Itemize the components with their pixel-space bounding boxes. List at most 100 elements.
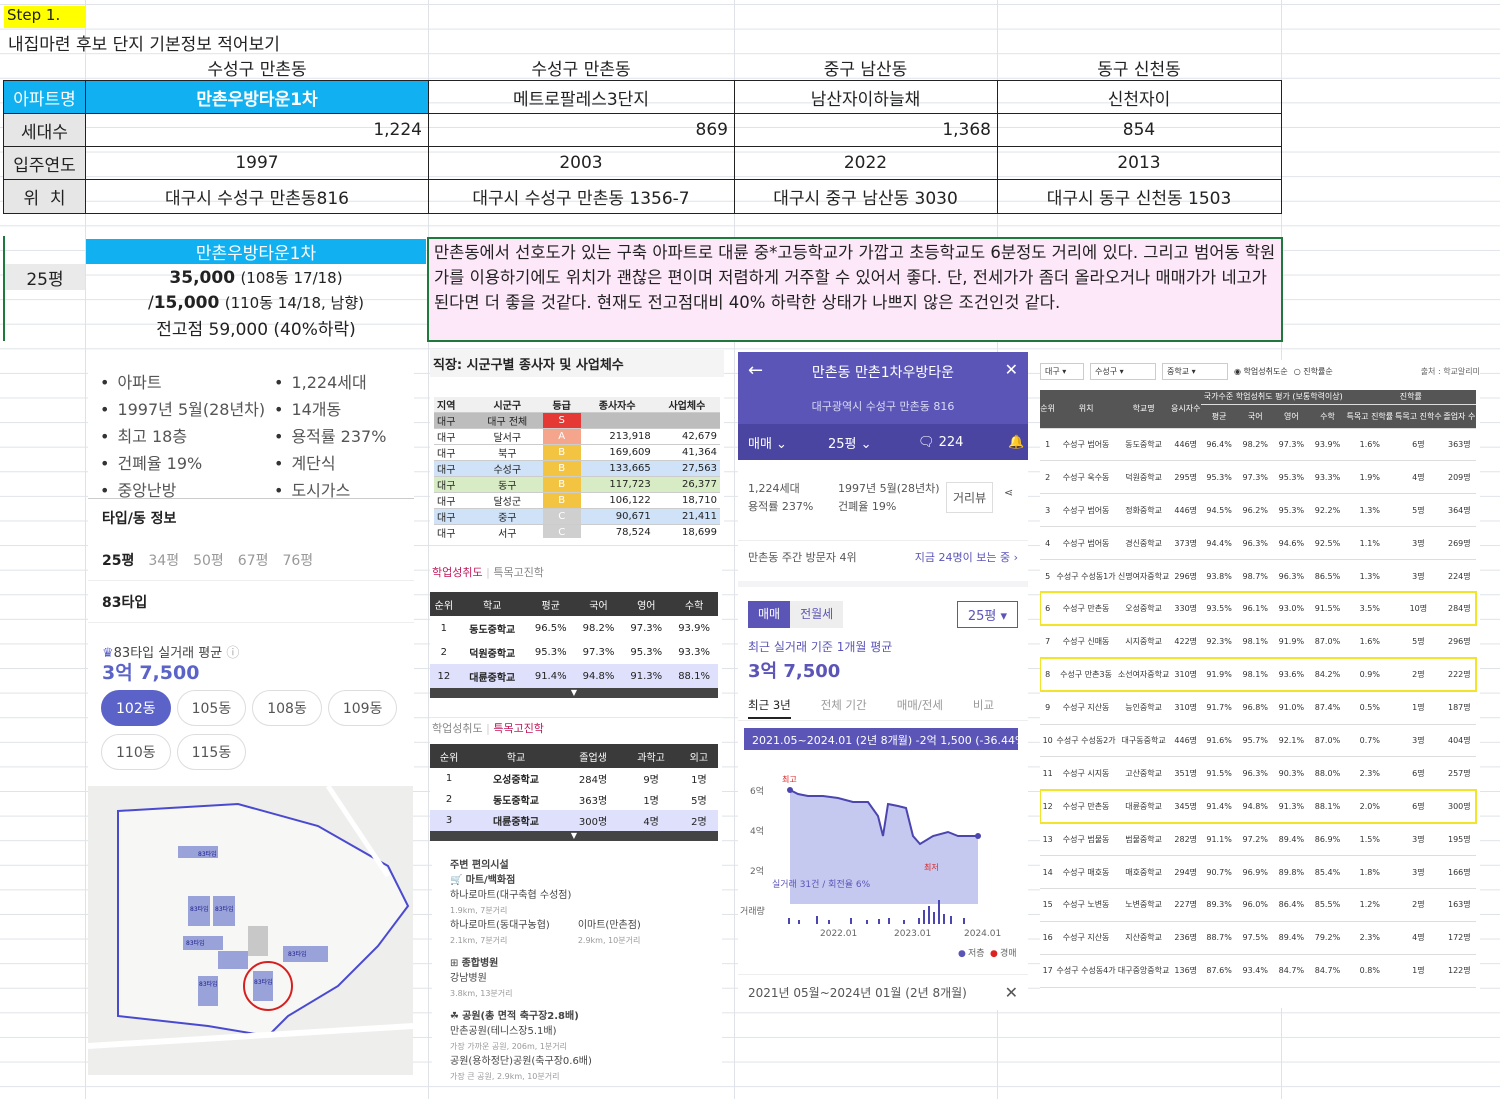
price-chart: 2021.05~2024.01 (2년 8개월) -2억 1,500 (-36.… — [740, 728, 1028, 959]
ranking-cell: 284명 — [1442, 592, 1476, 626]
ranking-cell: 166명 — [1442, 855, 1476, 889]
ranking-cell: 92.3% — [1201, 625, 1238, 659]
share-icon[interactable]: ⋖ — [1004, 486, 1013, 499]
ranking-cell: 236명 — [1170, 921, 1202, 955]
ranking-cell: 1.3% — [1345, 559, 1395, 593]
jobs-cell: 서구 — [471, 524, 543, 538]
ranking-cell: 96.3% — [1273, 559, 1310, 593]
ranking-cell: 91.6% — [1201, 724, 1238, 758]
tab-achievement-2[interactable]: 학업성취도 — [432, 722, 483, 735]
ranking-cell: 351명 — [1170, 756, 1202, 791]
ranking-row: 6 수성구 만촌동 오성중학교 330명 93.5% 96.1% 93.0% 91.5% 3.5… — [1040, 591, 1477, 627]
district-select[interactable]: 수성구 ▾ — [1090, 362, 1156, 380]
achievement-cell: 97.3% — [582, 646, 615, 658]
dong-105[interactable]: 105동 — [176, 690, 247, 726]
size-tab-76[interactable]: 76평 — [282, 553, 313, 569]
tab-special[interactable]: 특목고진학 — [493, 566, 544, 579]
period-3y[interactable]: 최근 3년 — [748, 697, 791, 719]
sort-achievement-radio[interactable]: ◉ 학업성취도순 — [1234, 366, 1288, 377]
ranking-cell: 93.8% — [1201, 559, 1238, 593]
summary-size: 25평 — [5, 264, 85, 290]
ranking-cell: 12 — [1040, 789, 1056, 824]
achievement-cell: 12 — [437, 670, 451, 682]
price-app-panel: ← 만촌동 만촌1차우방타운 ✕ 대구광역시 수성구 만촌동 816 매매 ⌄ … — [738, 352, 1028, 1010]
sort-admission-radio[interactable]: ○ 진학률순 — [1294, 366, 1333, 377]
jobs-cell: B — [542, 460, 581, 477]
ranking-cell: 363명 — [1442, 428, 1476, 462]
ranking-cell: 330명 — [1170, 592, 1202, 626]
jobs-cell: 117,723 — [580, 476, 654, 493]
school-type-select[interactable]: 중학교 ▾ — [1162, 362, 1228, 380]
ranking-row: 17 수성구 수성동4가 대구중앙중학교 136명 87.6% 93.4% 84.7% 84.… — [1040, 954, 1476, 988]
households-2: 869 — [695, 120, 728, 140]
dong-102[interactable]: 102동 — [101, 690, 171, 726]
svg-text:2024.01: 2024.01 — [964, 929, 1001, 939]
size-tab-34[interactable]: 34평 — [148, 553, 179, 569]
sheet-title: 내집마련 후보 단지 기본정보 적어보기 — [8, 35, 280, 55]
ranking-row: 15 수성구 노변동 노변중학교 227명 89.3% 96.0% 86.4% 85.5% 1.… — [1040, 888, 1476, 922]
ranking-cell: 88.0% — [1309, 756, 1346, 791]
close-period-icon[interactable]: ✕ — [1005, 983, 1018, 1002]
jobs-cell — [653, 412, 720, 429]
help-icon[interactable]: ⓘ — [226, 646, 239, 661]
summary-sale: 35,000 (108동 17/18) — [169, 267, 343, 288]
jobs-cell: 대구 — [434, 524, 472, 538]
dong-110[interactable]: 110동 — [101, 734, 171, 770]
dong-108[interactable]: 108동 — [252, 690, 322, 726]
ranking-cell: 1.1% — [1345, 526, 1395, 561]
ranking-cell: 93.5% — [1201, 592, 1238, 626]
jobs-panel: 직장: 시군구별 종사자 및 사업체수 지역 시군구 등급 종사자수 사업체수 대구 대구… — [430, 350, 724, 538]
ranking-cell: 동도중학교 — [1116, 428, 1171, 462]
ranking-cell: 224명 — [1442, 559, 1476, 593]
ranking-cell: 9 — [1040, 691, 1056, 725]
ranking-cell: 87.0% — [1309, 625, 1346, 659]
size-select[interactable]: 25평 ⌄ — [828, 433, 918, 452]
ranking-cell: 대륜중학교 — [1116, 789, 1171, 824]
ranking-row: 16 수성구 지산동 지산중학교 236명 88.7% 97.5% 89.4% 79.2% 2.… — [1040, 921, 1476, 955]
ranking-cell: 시지중학교 — [1116, 625, 1171, 659]
special-school-cell: 동도중학교 — [492, 796, 539, 807]
period-sale-rent[interactable]: 매매/전세 — [897, 697, 943, 720]
ranking-cell: 91.5% — [1309, 592, 1346, 626]
special-school-cell: 363명 — [578, 796, 608, 807]
trade-select[interactable]: 매매 ⌄ — [738, 433, 828, 452]
apt-name-4: 신천자이 — [1107, 89, 1171, 110]
size-dropdown[interactable]: 25평 ▾ — [956, 601, 1018, 628]
tab-rent[interactable]: 전월세 — [790, 601, 844, 628]
loc-3: 대구시 중구 남산동 3030 — [773, 189, 958, 209]
ranking-cell: 85.4% — [1309, 855, 1346, 889]
tab-achievement[interactable]: 학업성취도 — [432, 566, 483, 579]
size-tab-25[interactable]: 25평 — [102, 553, 134, 569]
ranking-cell: 1.6% — [1345, 428, 1395, 462]
ranking-cell: 94.4% — [1201, 526, 1238, 561]
viewers-link[interactable]: 지금 24명이 보는 중 › — [915, 549, 1018, 565]
ranking-cell: 수성구 범어동 — [1055, 526, 1117, 561]
ranking-cell: 97.3% — [1273, 428, 1310, 462]
jobs-cell: 대구 전체 — [471, 412, 543, 429]
ranking-cell: 1.3% — [1345, 493, 1395, 528]
ranking-cell: 96.1% — [1237, 592, 1274, 626]
ranking-cell: 98.2% — [1237, 428, 1274, 462]
comments-button[interactable]: 🗨 224 — [918, 435, 1008, 450]
jobs-row: 대구 대구 전체 S — [434, 412, 720, 429]
ranking-cell: 90.7% — [1201, 855, 1238, 889]
street-view-button[interactable]: 거리뷰 — [946, 482, 994, 513]
label-households: 세대수 — [4, 114, 85, 146]
ranking-cell: 13 — [1040, 822, 1056, 857]
bell-icon[interactable]: 🔔 — [1008, 435, 1024, 450]
region-select[interactable]: 대구 ▾ — [1040, 362, 1084, 380]
ranking-cell: 93.3% — [1309, 460, 1346, 495]
period-compare[interactable]: 비교 — [973, 697, 994, 720]
ranking-cell: 1명 — [1394, 691, 1443, 725]
tab-special-2[interactable]: 특목고진학 — [493, 722, 544, 735]
dong-109[interactable]: 109동 — [327, 690, 398, 726]
close-icon[interactable]: ✕ — [1005, 360, 1018, 379]
tab-sale[interactable]: 매매 — [748, 601, 791, 628]
size-tab-50[interactable]: 50평 — [193, 553, 224, 569]
achievement-cell: 덕원중학교 — [469, 648, 516, 660]
period-all[interactable]: 전체 기간 — [821, 697, 867, 720]
ranking-cell: 7 — [1040, 625, 1056, 659]
dong-115[interactable]: 115동 — [176, 734, 247, 770]
ranking-cell: 163명 — [1442, 888, 1476, 922]
size-tab-67[interactable]: 67평 — [238, 553, 269, 569]
